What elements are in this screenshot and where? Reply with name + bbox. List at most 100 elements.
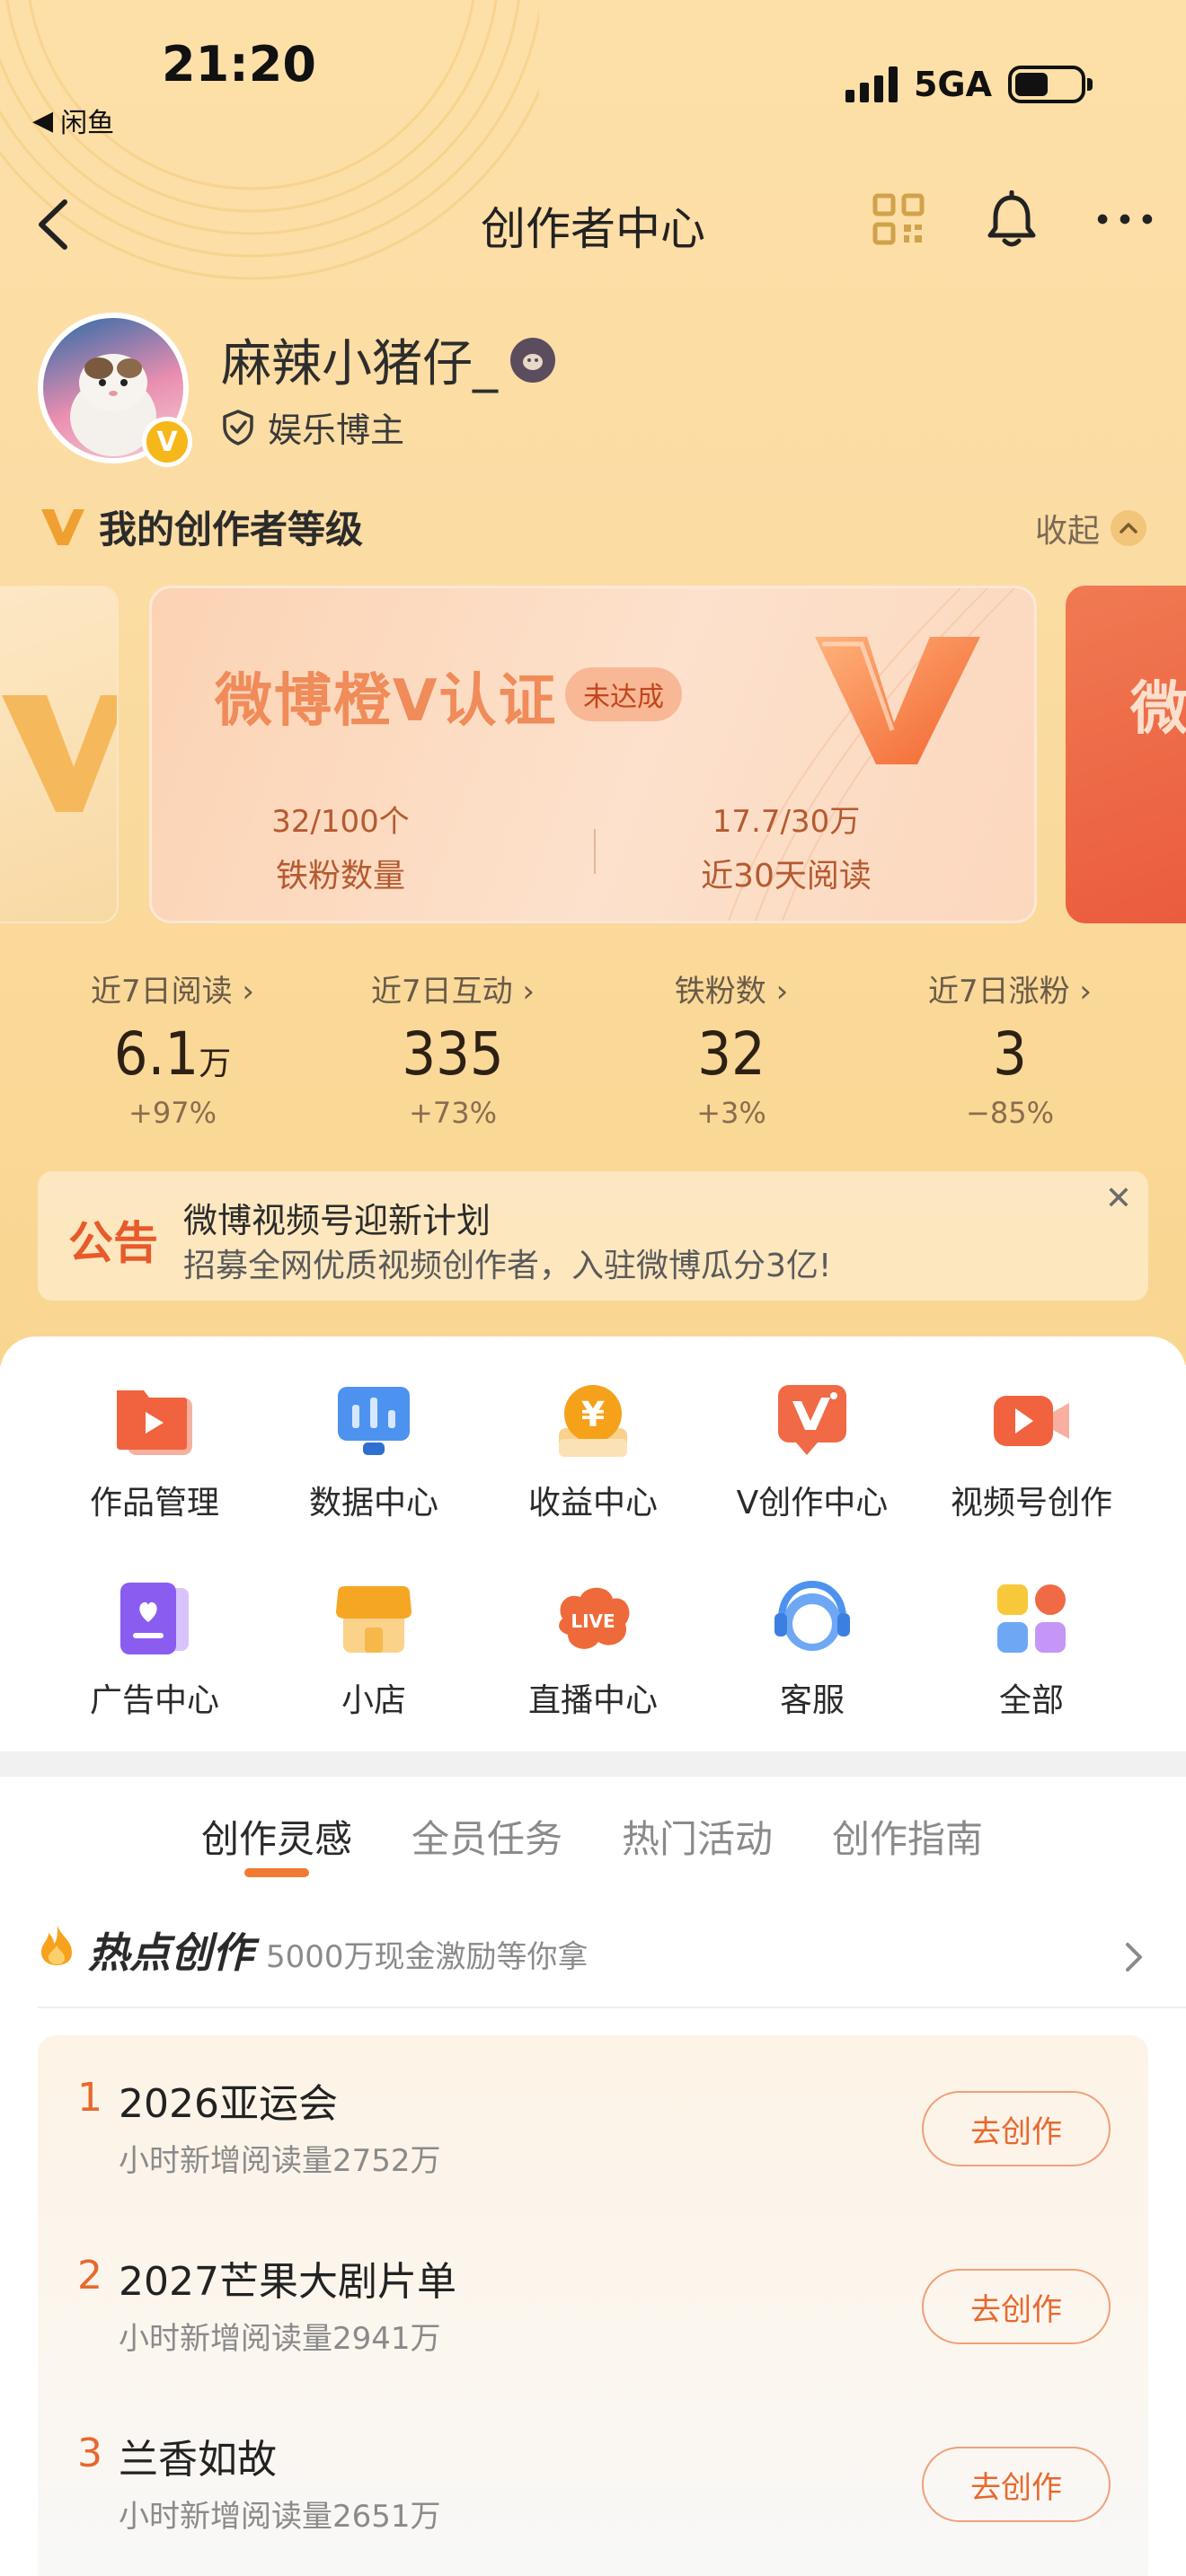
profile-tag-label: 娱乐博主 — [268, 410, 405, 450]
stat-interactions[interactable]: 近7日互动 › 335 +73% — [318, 966, 588, 1130]
tool-video-create[interactable]: 视频号创作 — [924, 1378, 1139, 1523]
tab-hot-events[interactable]: 热门活动 — [622, 1809, 773, 1864]
tool-v-create-center[interactable]: V创作中心 — [704, 1378, 920, 1523]
hot-topic-rank: 2 — [77, 2253, 102, 2298]
tool-ad-center[interactable]: 广告中心 — [47, 1575, 262, 1721]
card-status-badge: 未达成 — [565, 667, 682, 721]
tab-guide[interactable]: 创作指南 — [832, 1809, 983, 1864]
orange-v-icon — [41, 508, 84, 545]
battery-icon — [1008, 66, 1093, 103]
ad-icon — [111, 1575, 198, 1662]
divider — [38, 2007, 1186, 2008]
hot-topic-rank: 1 — [77, 2075, 102, 2121]
chevron-right-icon — [1126, 1943, 1142, 1972]
card-divider — [594, 829, 596, 874]
hot-creation-header[interactable]: 热点创作 5000万现金激励等你拿 — [38, 1920, 589, 1980]
status-time: 21:20 — [162, 36, 316, 93]
income-icon: ¥ — [550, 1378, 636, 1464]
hot-topic-row[interactable]: 2 2027芒果大剧片单 小时新增阅读量2941万 去创作 — [38, 2213, 1148, 2375]
hot-topic-reads: 小时新增阅读量2752万 — [119, 2143, 441, 2179]
back-button[interactable] — [27, 193, 81, 256]
tool-label: 广告中心 — [89, 1682, 219, 1719]
stat-reads[interactable]: 近7日阅读 › 6.1万 +97% — [38, 966, 307, 1130]
stat-value: 335 — [402, 1019, 504, 1089]
creator-level-header: 我的创作者等级 — [40, 499, 363, 554]
level-card-orange-v[interactable]: 微博橙V认证 未达成 32/100个 铁粉数量 17.7/30万 近30天阅读 — [149, 586, 1037, 923]
profile-tag-row: 娱乐博主 — [221, 402, 404, 452]
active-tab-indicator — [244, 1868, 309, 1877]
go-create-button[interactable]: 去创作 — [922, 2091, 1111, 2166]
chevron-right-icon: › — [775, 974, 789, 1010]
tool-works-management[interactable]: 作品管理 — [47, 1378, 262, 1523]
section-separator — [0, 1751, 1186, 1777]
hot-topic-name: 2027芒果大剧片单 — [119, 2259, 456, 2305]
stat-label: 铁粉数 — [674, 974, 766, 1010]
tool-income-center[interactable]: ¥ 收益中心 — [485, 1378, 701, 1523]
announcement-subtitle: 招募全网优质视频创作者，入驻微博瓜分3亿! — [183, 1248, 832, 1284]
tool-data-center[interactable]: 数据中心 — [266, 1378, 482, 1523]
chevron-right-icon: › — [242, 974, 255, 1010]
announcement-banner[interactable]: 公告 微博视频号迎新计划 招募全网优质视频创作者，入驻微博瓜分3亿! ✕ — [38, 1171, 1148, 1301]
v-create-icon — [769, 1378, 855, 1464]
go-create-button[interactable]: 去创作 — [922, 2447, 1111, 2522]
next-card-peek-text: 微 — [1130, 676, 1186, 743]
more-button[interactable] — [1096, 190, 1154, 248]
qrcode-button[interactable] — [870, 190, 927, 248]
card-stat-reads: 17.7/30万 近30天阅读 — [651, 797, 921, 896]
card-stat-label: 近30天阅读 — [701, 858, 872, 895]
stat-value: 32 — [697, 1019, 766, 1089]
stat-label: 近7日阅读 — [90, 974, 233, 1010]
announcement-title: 微博视频号迎新计划 — [183, 1201, 491, 1240]
announcement-badge: 公告 — [68, 1217, 158, 1269]
tool-label: 客服 — [779, 1682, 845, 1719]
tab-inspiration[interactable]: 创作灵感 — [201, 1809, 352, 1864]
svg-text:¥: ¥ — [581, 1395, 605, 1434]
stat-label: 近7日互动 — [370, 974, 513, 1010]
close-icon[interactable]: ✕ — [1105, 1180, 1132, 1217]
go-create-button[interactable]: 去创作 — [922, 2269, 1111, 2344]
stat-change: +97% — [128, 1096, 217, 1130]
stat-new-followers[interactable]: 近7日涨粉 › 3 −85% — [875, 966, 1145, 1130]
back-to-app[interactable]: ◀ 闲鱼 — [32, 101, 114, 140]
status-indicators: 5GA — [845, 65, 1093, 104]
card-stat-fans: 32/100个 铁粉数量 — [206, 797, 475, 896]
tool-shop[interactable]: 小店 — [266, 1575, 482, 1721]
tool-label: 小店 — [341, 1682, 406, 1719]
tab-tasks[interactable]: 全员任务 — [412, 1809, 562, 1864]
signal-icon — [845, 66, 898, 102]
stat-change: +73% — [409, 1096, 497, 1130]
flame-icon — [41, 1926, 72, 1965]
hot-creation-subtitle: 5000万现金激励等你拿 — [266, 1939, 589, 1975]
hot-topic-row[interactable]: 1 2026亚运会 小时新增阅读量2752万 去创作 — [38, 2035, 1148, 2197]
level-card-previous[interactable] — [0, 586, 119, 923]
back-app-label: 闲鱼 — [60, 108, 115, 139]
tool-live-center[interactable]: LIVE 直播中心 — [485, 1575, 701, 1721]
hot-topic-row[interactable]: 3 兰香如故 小时新增阅读量2651万 去创作 — [38, 2391, 1148, 2553]
collapse-button[interactable]: 收起 — [1035, 505, 1146, 551]
tool-all[interactable]: 全部 — [924, 1575, 1139, 1721]
chevron-right-icon: › — [522, 974, 535, 1010]
notification-button[interactable] — [983, 190, 1040, 248]
avatar[interactable]: V — [38, 313, 192, 467]
hot-creation-more[interactable] — [1123, 1940, 1145, 1978]
stat-change: +3% — [696, 1096, 766, 1130]
verified-badge: V — [142, 417, 192, 467]
stat-iron-fans[interactable]: 铁粉数 › 32 +3% — [597, 966, 866, 1130]
tools-panel: 作品管理 数据中心 ¥ 收益中心 V创作中心 视频号创作 广告中心 小店 LIV… — [0, 1337, 1186, 1751]
level-medal-icon[interactable] — [510, 337, 555, 383]
hot-creation-title: 热点创作 — [88, 1928, 253, 1977]
works-icon — [111, 1378, 198, 1464]
v-logo-icon — [2, 695, 117, 812]
network-label: 5GA — [913, 65, 992, 104]
tool-label: 作品管理 — [89, 1485, 219, 1522]
level-card-next[interactable]: 微 — [1066, 586, 1186, 923]
collapse-label: 收起 — [1034, 513, 1100, 550]
more-icon — [1097, 214, 1153, 225]
card-title: 微博橙V认证 — [215, 668, 558, 735]
chevron-right-icon: › — [1079, 974, 1093, 1010]
data-icon — [331, 1378, 417, 1464]
tool-customer-service[interactable]: 客服 — [704, 1575, 920, 1721]
chevron-left-icon — [39, 199, 67, 250]
profile-name: 麻辣小猪仔_ — [221, 335, 498, 393]
shop-icon — [331, 1575, 417, 1662]
